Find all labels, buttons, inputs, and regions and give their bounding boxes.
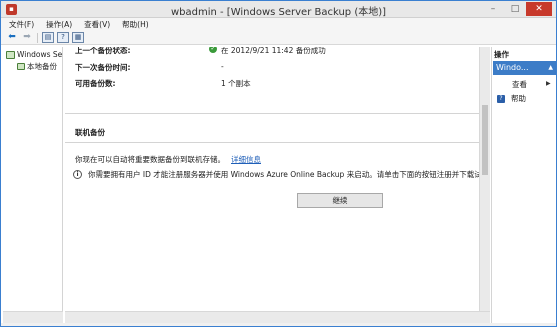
- tree-child-label: 本地备份: [27, 62, 57, 71]
- submenu-arrow-icon: ▶: [546, 80, 551, 87]
- help-icon[interactable]: ?: [57, 32, 69, 43]
- help-book-icon: ?: [497, 94, 505, 103]
- actions-section-label: Windo...: [496, 63, 529, 72]
- last-backup-row: 上一个备份状态: ✓ 在 2012/9/21 11:42 备份成功: [75, 47, 475, 55]
- console-tree-pane: Windows Se 本地备份: [3, 47, 63, 311]
- info-text: 你需要拥有用户 ID 才能注册服务器并使用 Windows Azure Onli…: [88, 170, 490, 179]
- window-controls: – □ ✕: [482, 2, 552, 16]
- tree-item-local-backup[interactable]: 本地备份: [17, 61, 57, 72]
- menu-action[interactable]: 操作(A): [46, 19, 72, 30]
- action-help[interactable]: ? 帮助: [496, 93, 526, 104]
- collapse-arrow-icon[interactable]: ▲: [548, 61, 553, 75]
- section-divider: [65, 142, 479, 143]
- next-backup-value: -: [221, 62, 224, 71]
- action-help-label: 帮助: [511, 94, 526, 103]
- toolbar-separator: [37, 32, 38, 43]
- online-backup-description: 你现在可以自动将重要数据备份到联机存储。 详细信息: [75, 154, 261, 165]
- next-backup-row: 下一次备份时间: -: [75, 62, 475, 72]
- available-backups-row: 可用备份数: 1 个副本: [75, 78, 475, 88]
- tree-root-label: Windows Se: [17, 50, 63, 59]
- menu-bar: 文件(F) 操作(A) 查看(V) 帮助(H): [1, 18, 556, 31]
- console-tree-icon[interactable]: ▤: [42, 32, 54, 43]
- continue-button[interactable]: 继续: [297, 193, 383, 208]
- actions-header: 操作: [494, 50, 509, 59]
- available-backups-value: 1 个副本: [221, 79, 251, 88]
- online-backup-heading: 联机备份: [75, 128, 105, 137]
- details-link[interactable]: 详细信息: [231, 155, 261, 164]
- action-view[interactable]: 查看: [496, 79, 527, 90]
- menu-view[interactable]: 查看(V): [84, 19, 110, 30]
- info-message: i 你需要拥有用户 ID 才能注册服务器并使用 Windows Azure On…: [73, 169, 490, 180]
- last-backup-label: 上一个备份状态:: [75, 47, 131, 55]
- close-button[interactable]: ✕: [526, 2, 552, 16]
- menu-file[interactable]: 文件(F): [9, 19, 34, 30]
- next-backup-label: 下一次备份时间:: [75, 63, 131, 72]
- local-backup-icon: [17, 63, 25, 70]
- forward-arrow-icon[interactable]: ➡: [21, 32, 33, 43]
- last-backup-value: 在 2012/9/21 11:42 备份成功: [221, 47, 326, 55]
- menu-help[interactable]: 帮助(H): [122, 19, 149, 30]
- actions-pane: 操作 Windo... ▲ 查看 ▶ ? 帮助: [491, 47, 556, 323]
- properties-icon[interactable]: ▦: [72, 32, 84, 43]
- main-pane: 上一个备份状态: ✓ 在 2012/9/21 11:42 备份成功 下一次备份时…: [65, 47, 490, 311]
- action-view-label: 查看: [512, 80, 527, 89]
- app-window: ▪ wbadmin - [Windows Server Backup (本地)]…: [0, 0, 557, 327]
- maximize-button[interactable]: □: [504, 2, 526, 16]
- toolbar: ⬅ ➡ ▤ ? ▦: [1, 31, 556, 45]
- backup-icon: [6, 50, 15, 59]
- window-title: wbadmin - [Windows Server Backup (本地)]: [170, 7, 387, 18]
- tree-item-windows-server-backup[interactable]: Windows Se: [6, 50, 62, 59]
- actions-section-header[interactable]: Windo... ▲: [493, 61, 556, 75]
- title-bar: ▪ wbadmin - [Windows Server Backup (本地)]…: [1, 1, 556, 18]
- success-check-icon: ✓: [209, 47, 217, 53]
- minimize-button[interactable]: –: [482, 2, 504, 16]
- tree-horizontal-scrollbar[interactable]: [3, 311, 63, 323]
- status-bar: [1, 323, 556, 326]
- description-text: 你现在可以自动将重要数据备份到联机存储。: [75, 155, 225, 164]
- available-backups-label: 可用备份数:: [75, 79, 116, 88]
- main-horizontal-scrollbar[interactable]: [65, 311, 490, 323]
- scrollbar-thumb[interactable]: [482, 105, 488, 175]
- main-vertical-scrollbar[interactable]: [479, 47, 490, 311]
- section-divider: [65, 113, 479, 114]
- back-arrow-icon[interactable]: ⬅: [6, 32, 18, 43]
- info-icon: i: [73, 170, 82, 179]
